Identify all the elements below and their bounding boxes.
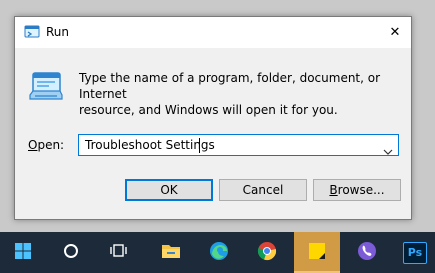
task-view-button[interactable]: [96, 232, 142, 273]
file-explorer-button[interactable]: [148, 232, 194, 273]
photoshop-icon-label: Ps: [407, 246, 423, 259]
chrome-icon: [257, 241, 277, 265]
photoshop-icon: Ps: [403, 241, 427, 264]
cortana-button[interactable]: [48, 232, 94, 273]
photoshop-button[interactable]: Ps: [392, 232, 435, 273]
browse-button[interactable]: Browse...: [313, 179, 401, 201]
run-program-icon: [29, 72, 63, 106]
ok-button[interactable]: OK: [125, 179, 213, 201]
sticky-notes-button[interactable]: [294, 232, 340, 273]
cancel-button-label: Cancel: [242, 183, 284, 197]
chevron-down-icon[interactable]: [383, 141, 393, 160]
description-line-1: Type the name of a program, folder, docu…: [79, 71, 381, 101]
run-icon: [24, 24, 40, 43]
cancel-button[interactable]: Cancel: [219, 179, 307, 201]
edge-button[interactable]: [196, 232, 242, 273]
dialog-description: Type the name of a program, folder, docu…: [79, 70, 399, 118]
run-dialog: Run ✕ Type the name of a program, folder…: [14, 16, 412, 220]
taskbar: Ps: [0, 232, 435, 273]
cortana-icon: [63, 243, 79, 263]
window-title: Run: [46, 25, 70, 39]
open-label: Open:: [28, 138, 64, 152]
start-button[interactable]: [0, 232, 46, 273]
title-bar[interactable]: Run ✕: [15, 17, 411, 48]
browse-button-label: rowse...: [337, 183, 385, 197]
open-input[interactable]: Troubleshoot Settings: [85, 138, 215, 152]
description-line-2: resource, and Windows will open it for y…: [79, 103, 338, 117]
task-view-icon: [110, 243, 128, 263]
close-button[interactable]: ✕: [379, 17, 411, 48]
open-label-text: pen:: [37, 138, 65, 152]
open-combobox[interactable]: Troubleshoot Settings: [78, 134, 399, 156]
ok-button-label: OK: [160, 183, 178, 197]
browse-mnemonic: B: [329, 183, 338, 197]
text-cursor: [199, 138, 200, 153]
file-explorer-icon: [161, 243, 181, 263]
viber-button[interactable]: [344, 232, 390, 273]
chrome-button[interactable]: [244, 232, 290, 273]
close-icon: ✕: [389, 25, 401, 40]
viber-icon: [357, 241, 377, 265]
edge-icon: [209, 241, 229, 265]
sticky-notes-icon: [307, 241, 327, 265]
start-icon: [15, 242, 31, 263]
